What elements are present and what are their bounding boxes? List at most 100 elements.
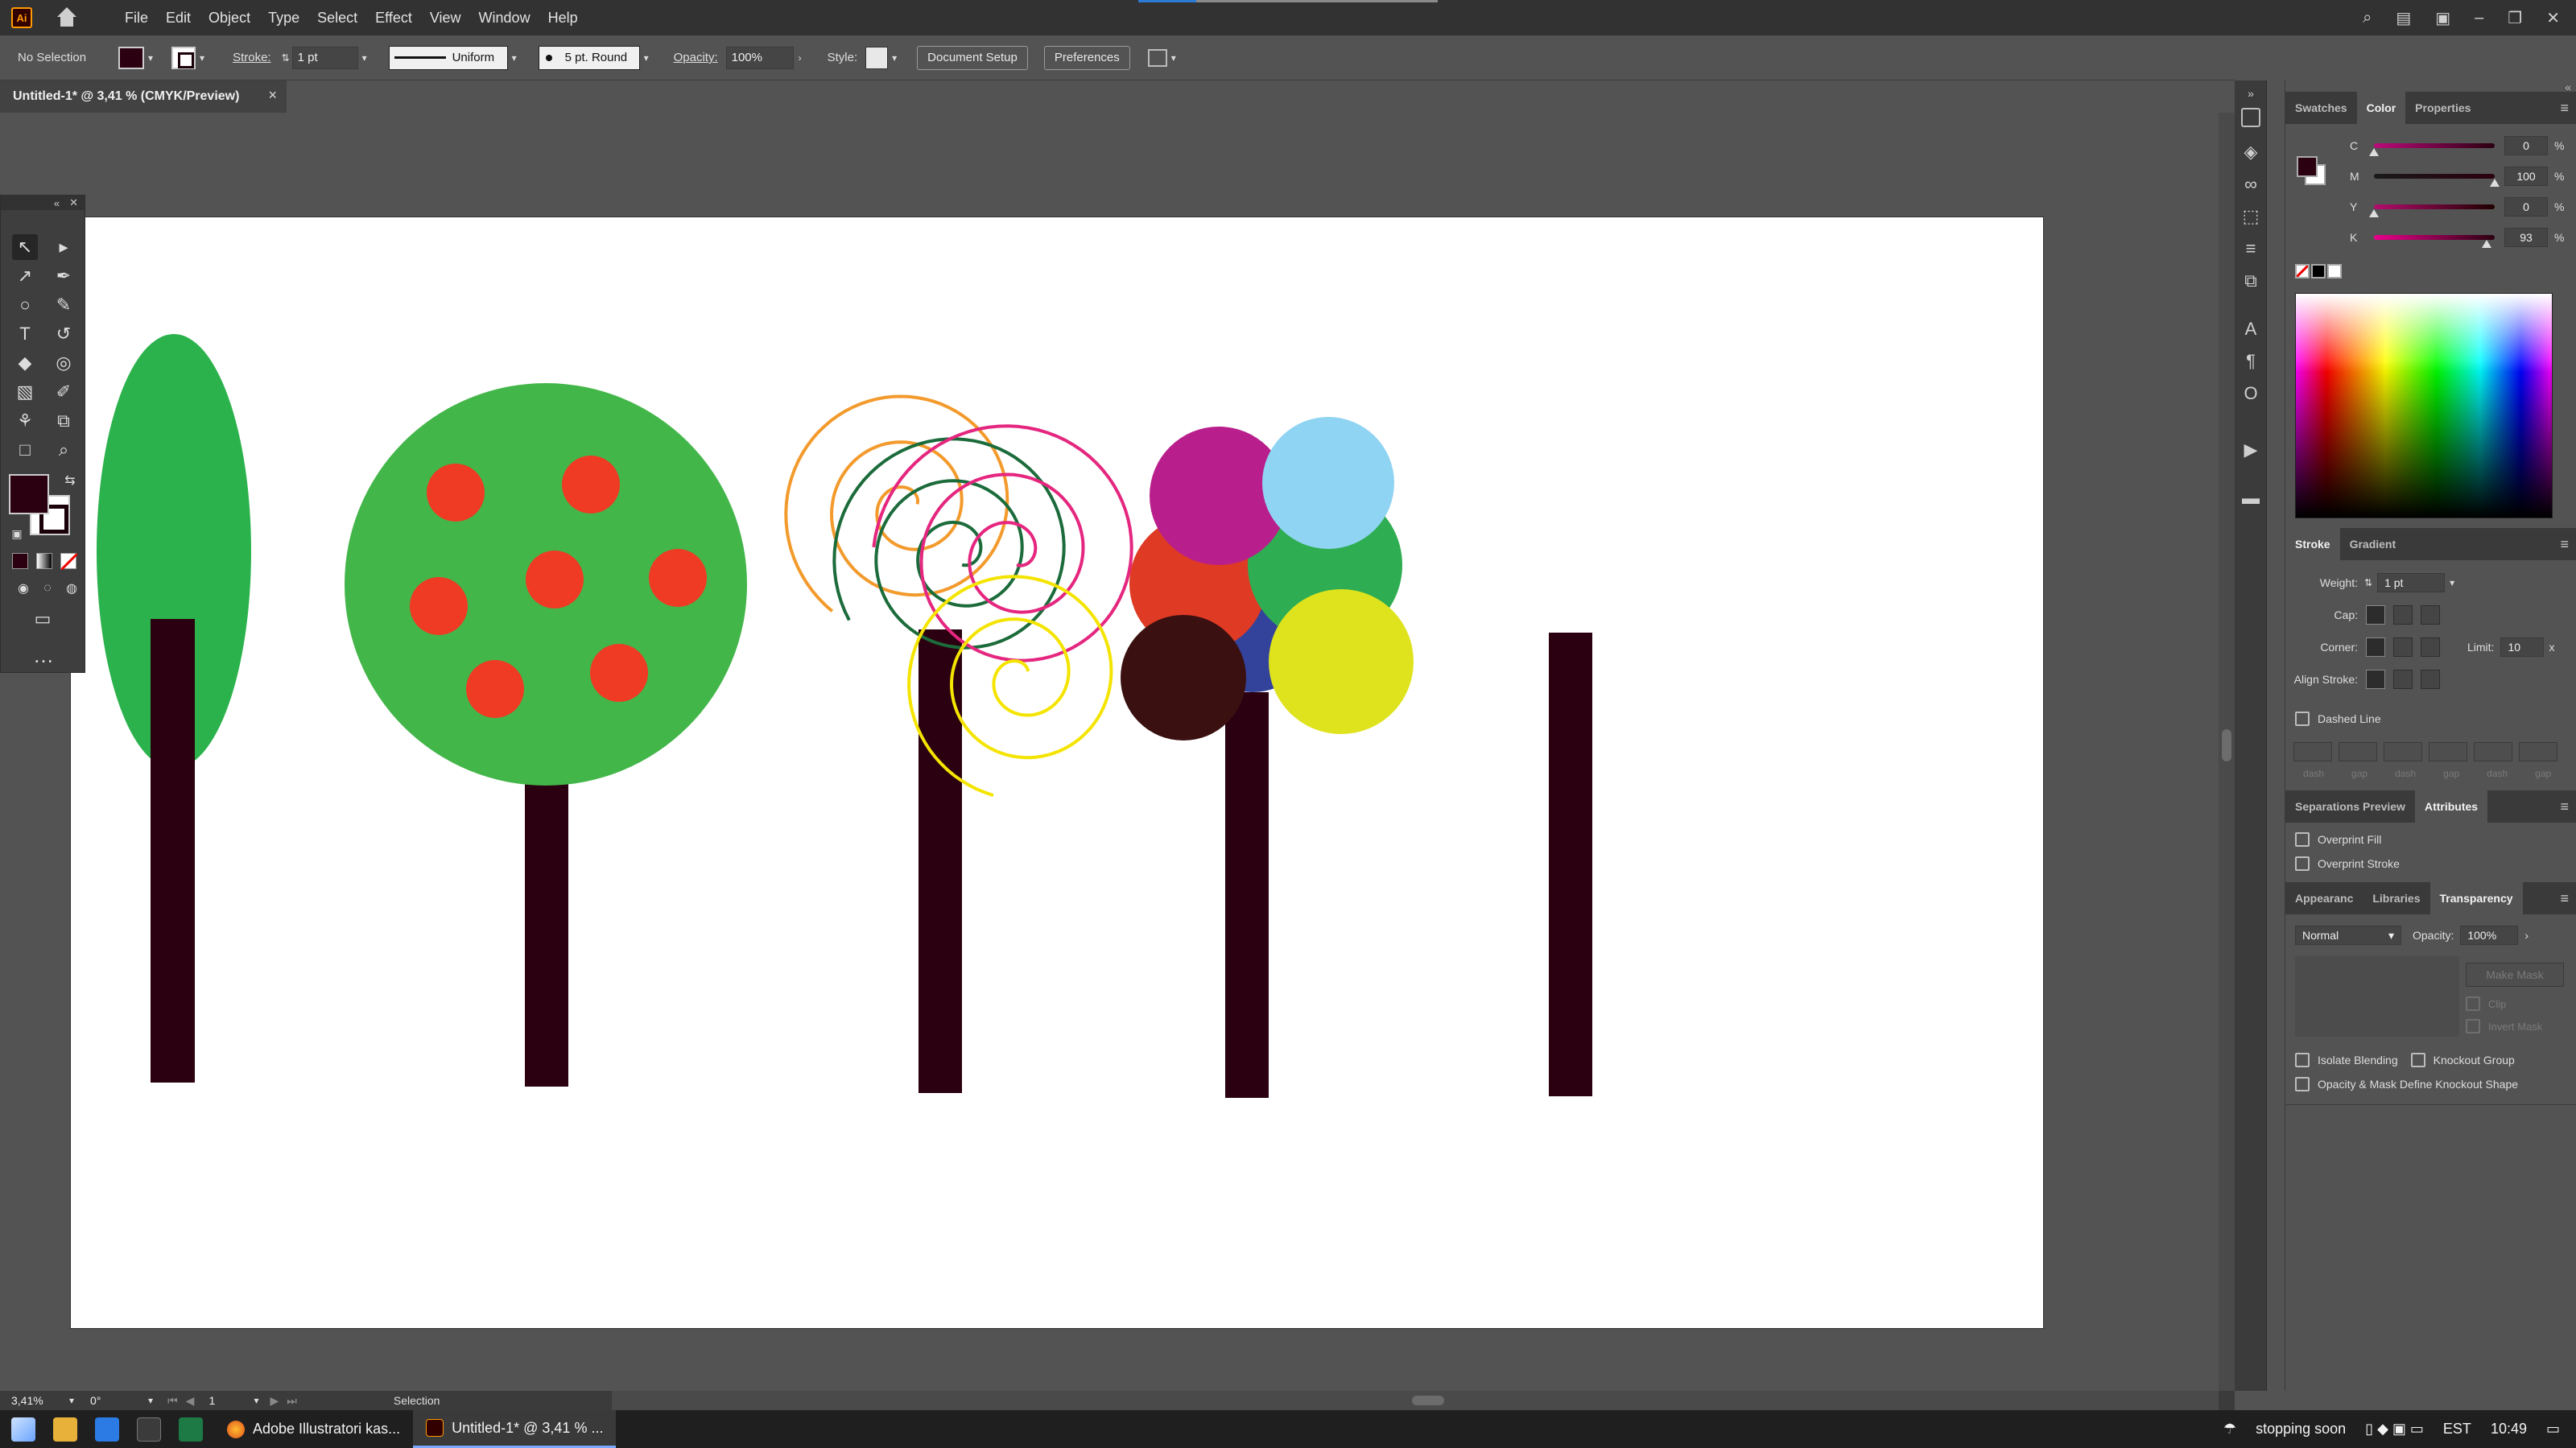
excel-icon[interactable] (179, 1417, 203, 1442)
eraser-tool-icon[interactable]: ◆ (12, 350, 38, 376)
menu-edit[interactable]: Edit (157, 0, 200, 35)
default-colors-icon[interactable]: ▣ (4, 521, 30, 547)
restore-icon[interactable]: ❐ (2508, 8, 2522, 28)
gap-field[interactable] (2339, 742, 2377, 761)
rotation-value[interactable]: 0° (84, 1392, 146, 1409)
overprint-stroke-checkbox[interactable] (2295, 856, 2310, 871)
gap-field[interactable] (2429, 742, 2467, 761)
spiral-dark-green[interactable] (832, 437, 1066, 650)
opacity-label[interactable]: Opacity: (674, 51, 718, 64)
tab-gradient[interactable]: Gradient (2340, 528, 2406, 560)
chevron-down-icon[interactable]: ▾ (508, 47, 521, 69)
menu-effect[interactable]: Effect (366, 0, 421, 35)
chevron-right-icon[interactable]: › (794, 47, 807, 69)
magic-wand-icon[interactable]: ↗ (12, 263, 38, 289)
panel-menu-icon[interactable]: ≡ (2560, 536, 2569, 553)
close-icon[interactable]: ✕ (69, 196, 78, 209)
artboard-number[interactable]: 1 (202, 1392, 251, 1409)
align-inside-icon[interactable] (2393, 670, 2413, 689)
apple[interactable] (466, 660, 524, 718)
slider-thumb[interactable] (2481, 240, 2491, 248)
stroke-weight-input[interactable]: 1 pt (291, 46, 358, 69)
gradient-mode-icon[interactable] (36, 553, 52, 569)
balloon-yellow[interactable] (1269, 589, 1414, 734)
slider-m[interactable] (2374, 174, 2500, 187)
minimize-icon[interactable]: – (2475, 9, 2483, 27)
dash-field[interactable] (2384, 742, 2422, 761)
zoom-tool-icon[interactable]: ⌕ (51, 437, 76, 463)
workspace-layout-icon[interactable]: ▤ (2396, 8, 2411, 28)
apple[interactable] (590, 644, 648, 702)
close-tab-icon[interactable]: × (268, 87, 277, 104)
stepper-icon[interactable]: ⇅ (2364, 577, 2372, 588)
stepper-icon[interactable]: ⇅ (279, 52, 292, 64)
fill-swatch[interactable] (118, 46, 145, 69)
blend-mode-select[interactable]: Normal ▾ (2295, 926, 2401, 945)
align-outside-icon[interactable] (2421, 670, 2440, 689)
pen-tool-icon[interactable]: ✒ (51, 263, 76, 289)
slider-thumb[interactable] (2490, 179, 2500, 187)
tree3-trunk[interactable] (919, 629, 962, 1093)
menu-type[interactable]: Type (259, 0, 308, 35)
artboard[interactable] (71, 217, 2043, 1328)
links-icon[interactable]: ∞ (2240, 174, 2262, 195)
dashed-line-checkbox[interactable] (2295, 712, 2310, 726)
opentype-icon[interactable]: O (2240, 383, 2262, 404)
make-mask-button[interactable]: Make Mask (2466, 963, 2564, 987)
knockout-group-checkbox[interactable] (2410, 1053, 2425, 1067)
scroll-thumb[interactable] (1412, 1396, 1444, 1405)
tree4-trunk[interactable] (1225, 692, 1269, 1098)
chevron-down-icon[interactable]: ▾ (69, 1395, 74, 1406)
collapse-panels-icon[interactable]: » (2240, 87, 2262, 100)
round-cap-icon[interactable] (2393, 605, 2413, 625)
input-k[interactable]: 93 (2504, 228, 2548, 247)
panel-menu-icon[interactable]: ≡ (2560, 100, 2569, 117)
panel-menu-icon[interactable]: ≡ (2560, 890, 2569, 907)
task-illustrator[interactable]: Untitled-1* @ 3,41 % ... (413, 1410, 617, 1448)
stroke-swatch[interactable] (171, 46, 196, 69)
dash-field[interactable] (2474, 742, 2512, 761)
projecting-cap-icon[interactable] (2421, 605, 2440, 625)
gradient-tool-icon[interactable]: ▧ (12, 379, 38, 405)
horizontal-scrollbar[interactable] (612, 1391, 2219, 1410)
color-spectrum[interactable] (2295, 293, 2553, 518)
bevel-join-icon[interactable] (2421, 637, 2440, 657)
vertical-scrollbar[interactable] (2219, 113, 2235, 1391)
chevron-down-icon[interactable]: ▾ (148, 1395, 153, 1406)
paintbrush-tool-icon[interactable]: ✎ (51, 292, 76, 318)
graphic-style-swatch[interactable] (865, 46, 889, 69)
home-icon[interactable] (56, 7, 77, 28)
menu-help[interactable]: Help (539, 0, 587, 35)
warp-tool-icon[interactable]: ◎ (51, 350, 76, 376)
chevron-down-icon[interactable]: ▾ (640, 47, 653, 69)
apple[interactable] (526, 551, 584, 608)
close-icon[interactable]: ✕ (2546, 8, 2560, 28)
tools-panel-header[interactable]: «✕ (1, 196, 85, 210)
input-c[interactable]: 0 (2504, 136, 2548, 155)
language-indicator[interactable]: EST (2443, 1421, 2471, 1438)
canvas-area[interactable] (0, 113, 2219, 1391)
zoom-level[interactable]: 3,41% (5, 1392, 66, 1409)
file-explorer-icon[interactable] (53, 1417, 77, 1442)
tab-color[interactable]: Color (2356, 92, 2406, 124)
search-icon[interactable]: ⌕ (2363, 9, 2372, 27)
butt-cap-icon[interactable] (2366, 605, 2385, 625)
variable-width-profile[interactable]: Uniform (388, 45, 508, 70)
opacity-mask-checkbox[interactable] (2295, 1077, 2310, 1091)
apple[interactable] (427, 464, 485, 522)
rotate-tool-icon[interactable]: ↺ (51, 321, 76, 347)
more-tools-icon[interactable]: … (33, 643, 55, 668)
document-tab[interactable]: Untitled-1* @ 3,41 % (CMYK/Preview) × (0, 80, 287, 113)
menu-file[interactable]: File (116, 0, 157, 35)
artboards-icon[interactable] (2241, 108, 2260, 127)
align-center-icon[interactable] (2366, 670, 2385, 689)
limit-input[interactable]: 10 (2500, 637, 2545, 657)
menu-object[interactable]: Object (200, 0, 259, 35)
balloon-maroon[interactable] (1121, 615, 1246, 741)
gap-field[interactable] (2519, 742, 2557, 761)
apple[interactable] (410, 577, 468, 635)
arrange-documents-icon[interactable]: ▣ (2435, 8, 2450, 28)
round-join-icon[interactable] (2393, 637, 2413, 657)
tab-transparency[interactable]: Transparency (2429, 882, 2523, 914)
miter-join-icon[interactable] (2366, 637, 2385, 657)
